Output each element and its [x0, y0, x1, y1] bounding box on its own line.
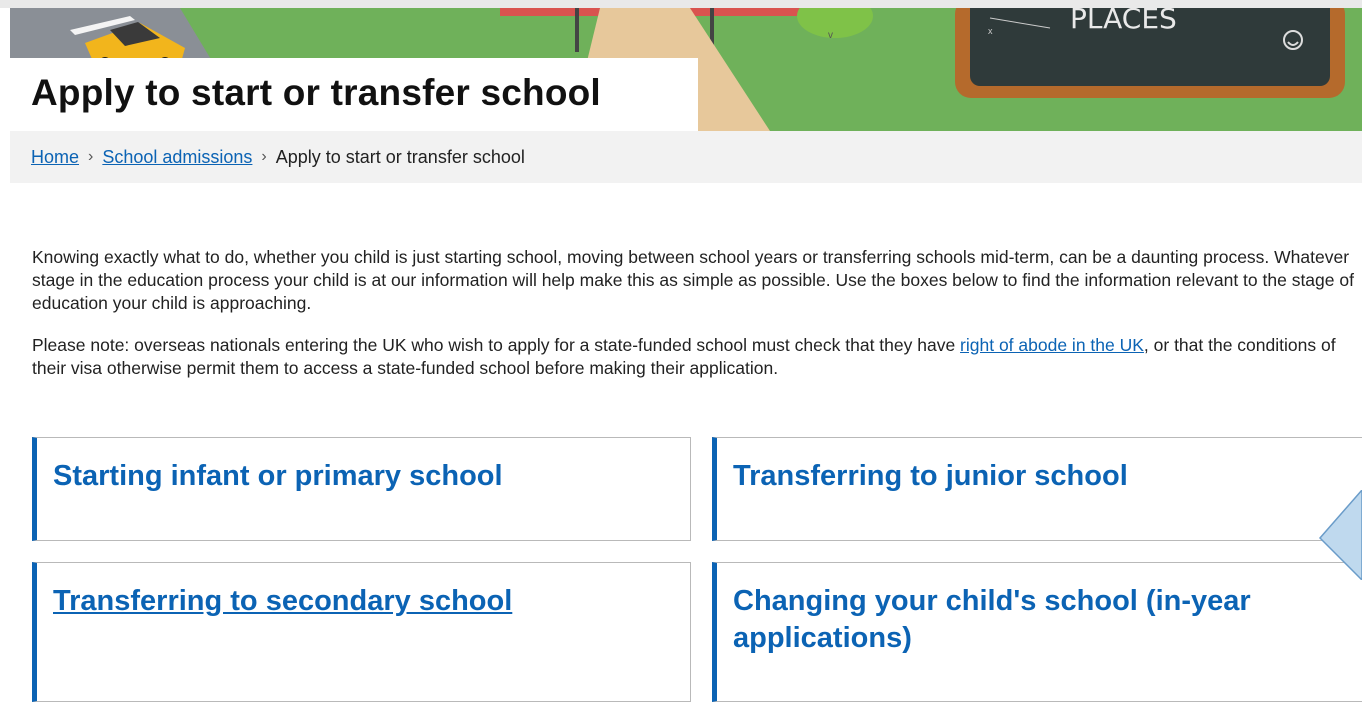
breadcrumb-current: Apply to start or transfer school	[275, 146, 525, 167]
chevron-right-icon: ›	[88, 148, 94, 165]
page-title: Apply to start or transfer school	[31, 72, 601, 113]
intro-paragraph: Knowing exactly what to do, whether you …	[32, 247, 1354, 313]
chalkboard-icon: PLACES x	[955, 8, 1345, 98]
card-title[interactable]: Changing your child's school (in-year ap…	[733, 583, 1291, 657]
card-title[interactable]: Transferring to secondary school	[53, 583, 674, 620]
breadcrumb-home-link[interactable]: Home	[31, 147, 79, 168]
svg-text:x: x	[988, 26, 993, 36]
overseas-note-text: Please note: overseas nationals entering…	[32, 335, 961, 355]
card-starting-infant-primary[interactable]: Starting infant or primary school	[32, 437, 691, 541]
card-title[interactable]: Transferring to junior school	[733, 458, 1355, 495]
svg-text:PLACES: PLACES	[1070, 8, 1177, 35]
intro-text: Knowing exactly what to do, whether you …	[32, 246, 1362, 399]
svg-text:v: v	[828, 30, 833, 41]
chat-arrow-icon[interactable]	[1318, 490, 1362, 580]
chevron-right-icon: ›	[261, 148, 267, 165]
card-title[interactable]: Starting infant or primary school	[53, 458, 674, 495]
overseas-note-paragraph: Please note: overseas nationals entering…	[32, 334, 1362, 380]
card-transferring-junior[interactable]: Transferring to junior school	[712, 437, 1362, 541]
browser-top-strip	[0, 0, 1362, 8]
breadcrumb-school-admissions-link[interactable]: School admissions	[102, 147, 252, 168]
card-changing-school-in-year[interactable]: Changing your child's school (in-year ap…	[712, 562, 1362, 702]
breadcrumb: Home › School admissions › Apply to star…	[10, 131, 1362, 183]
card-transferring-secondary[interactable]: Transferring to secondary school	[32, 562, 691, 702]
right-of-abode-link[interactable]: right of abode in the UK	[960, 335, 1144, 355]
